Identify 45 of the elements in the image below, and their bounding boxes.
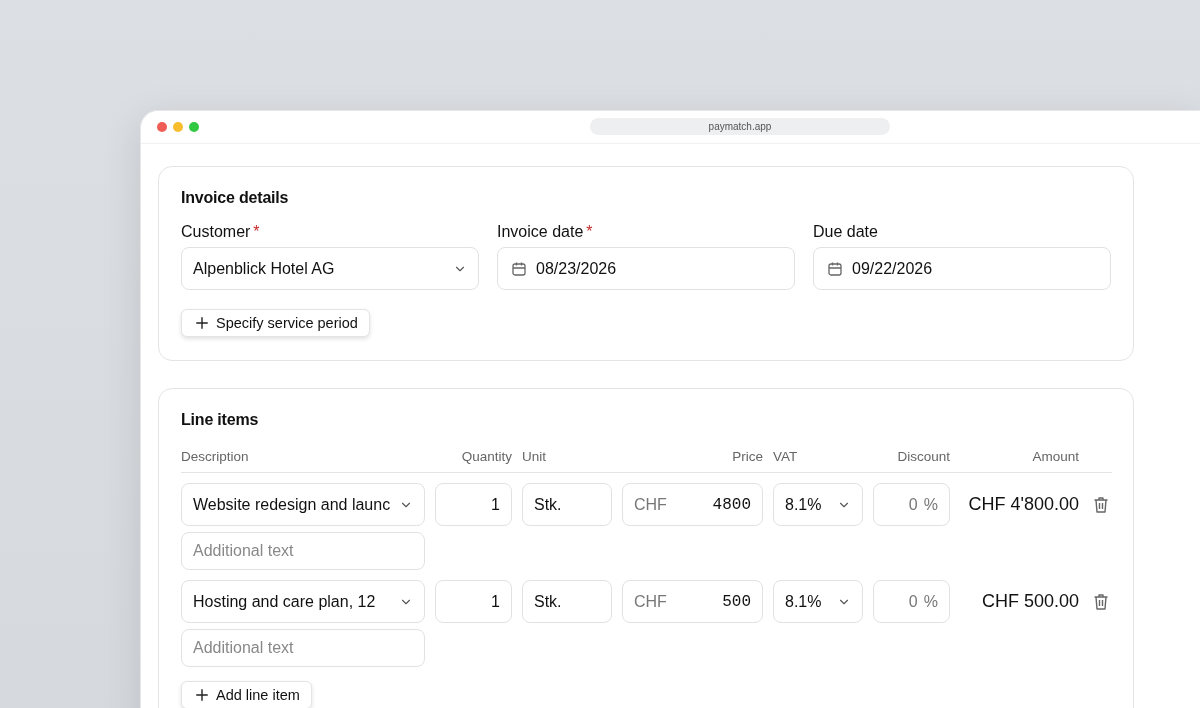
customer-select[interactable]: Alpenblick Hotel AG [181,247,479,290]
delete-icon[interactable] [1092,592,1109,611]
plus-icon [195,316,209,330]
field-label: Customer [181,223,251,241]
quantity-field[interactable]: 1 [435,483,512,526]
column-header: Quantity [460,449,512,464]
column-header: Description [181,449,250,464]
section-title: Invoice details [181,189,290,207]
date-field[interactable]: 09/22/2026 [813,247,1111,290]
maximize-icon[interactable] [189,122,199,132]
description-select[interactable]: Website redesign and launc [181,483,425,526]
unit-field[interactable]: Stk. [522,580,612,623]
column-header: Discount [896,449,950,464]
minimize-icon[interactable] [173,122,183,132]
plus-icon [195,688,209,702]
discount-field[interactable]: 0 % [873,580,950,623]
calendar-icon [511,260,527,277]
column-header: VAT [773,449,799,464]
column-header: Price [731,449,763,464]
quantity-field[interactable]: 1 [435,580,512,623]
specify-service-period-button[interactable]: Specify service period [181,309,370,337]
column-header: Unit [522,449,547,464]
required-mark: * [253,223,260,241]
amount-text: CHF 500.00 [980,591,1079,612]
address-bar[interactable]: paymatch.app [590,118,890,135]
amount-text: CHF 4'800.00 [967,494,1079,515]
price-field[interactable]: CHF 500 [622,580,763,623]
date-field[interactable]: 08/23/2026 [497,247,795,290]
calendar-icon [827,260,843,277]
column-header: Amount [1031,449,1079,464]
add-line-item-button[interactable]: Add line item [181,681,312,708]
close-icon[interactable] [157,122,167,132]
additional-text-field[interactable]: Additional text [181,629,425,667]
delete-icon[interactable] [1092,495,1109,514]
vat-select[interactable]: 8.1% [773,483,863,526]
additional-text-field[interactable]: Additional text [181,532,425,570]
section-title: Line items [181,411,260,429]
discount-field[interactable]: 0 % [873,483,950,526]
unit-field[interactable]: Stk. [522,483,612,526]
field-label: Due date [813,223,878,241]
price-field[interactable]: CHF 4800 [622,483,763,526]
required-mark: * [586,223,593,241]
vat-select[interactable]: 8.1% [773,580,863,623]
description-select[interactable]: Hosting and care plan, 12 [181,580,425,623]
field-label: Invoice date [497,223,584,241]
